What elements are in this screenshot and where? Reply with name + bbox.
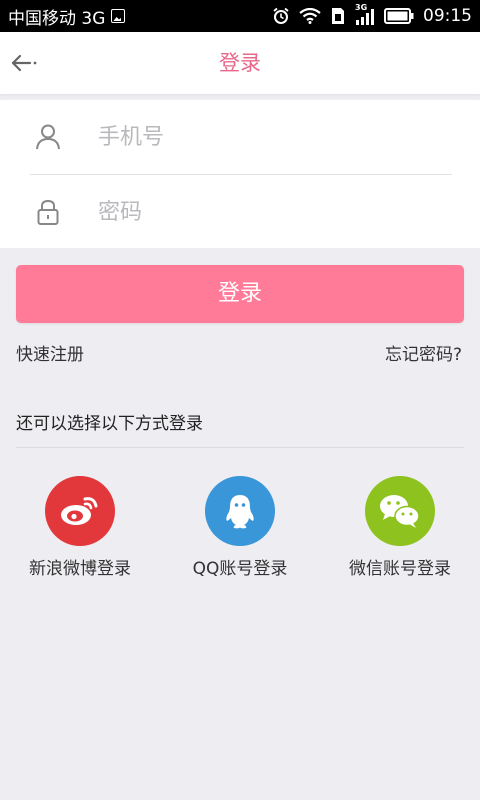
status-bar: 中国移动 3G 3G 09:15 (0, 0, 480, 32)
clock: 09:15 (423, 6, 472, 26)
password-input[interactable] (96, 191, 450, 233)
wifi-icon (299, 8, 321, 24)
wechat-login-button[interactable]: 微信账号登录 (325, 476, 475, 586)
battery-icon (384, 8, 414, 24)
page-title: 登录 (219, 51, 261, 75)
lock-icon (34, 197, 62, 227)
password-row (0, 175, 480, 249)
weibo-login-button[interactable]: 新浪微博登录 (5, 476, 155, 586)
status-right: 3G 09:15 (272, 3, 472, 26)
image-notification-icon (111, 9, 126, 23)
wechat-icon (365, 476, 435, 546)
weibo-login-label: 新浪微博登录 (29, 559, 131, 579)
sim-card-icon (332, 8, 344, 24)
login-form (0, 100, 480, 248)
qq-icon (205, 476, 275, 546)
cell-signal: 3G (355, 3, 375, 26)
phone-input[interactable] (96, 116, 450, 158)
qq-login-button[interactable]: QQ账号登录 (165, 476, 315, 586)
signal-icon (356, 9, 374, 25)
carrier-label: 中国移动 3G (8, 8, 106, 29)
quick-register-link[interactable]: 快速注册 (16, 342, 84, 368)
user-icon (34, 122, 62, 152)
qq-login-label: QQ账号登录 (192, 559, 288, 579)
alt-login-divider (16, 447, 464, 448)
login-button[interactable]: 登录 (16, 265, 464, 323)
forgot-password-link[interactable]: 忘记密码? (385, 342, 462, 368)
alarm-icon (273, 7, 289, 24)
alt-login-title: 还可以选择以下方式登录 (16, 414, 203, 434)
weibo-icon (45, 476, 115, 546)
status-left: 中国移动 3G (8, 4, 126, 29)
app-header: 登录 (0, 32, 480, 94)
wechat-login-label: 微信账号登录 (349, 559, 451, 579)
phone-row (0, 100, 480, 174)
